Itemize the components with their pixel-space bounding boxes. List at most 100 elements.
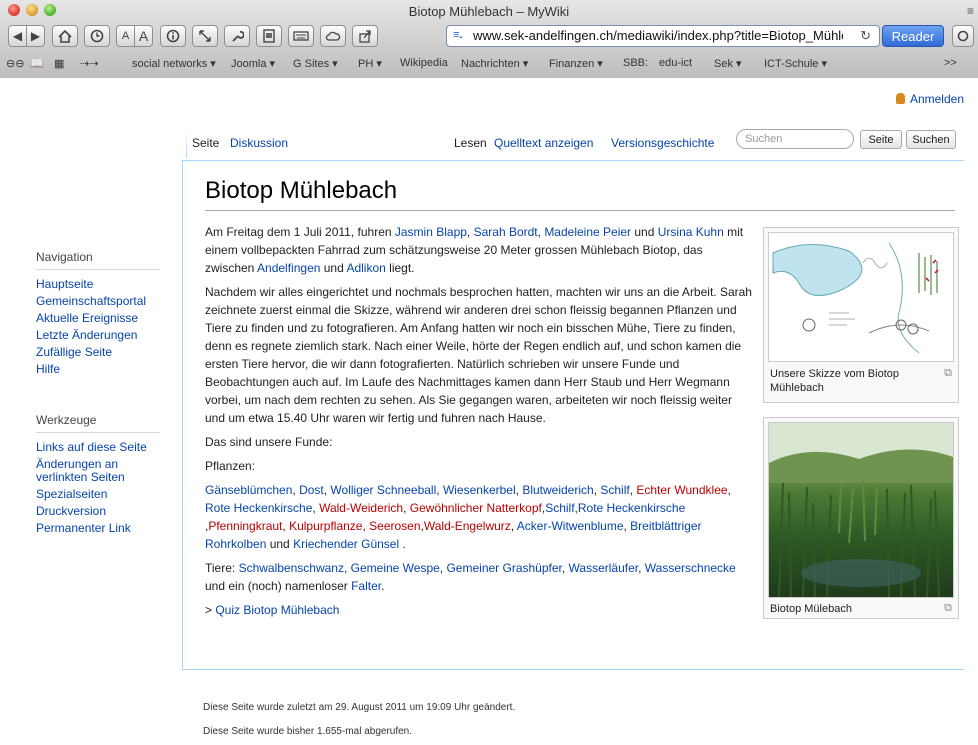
forward-button[interactable]: ▶ — [26, 25, 45, 47]
animal-link[interactable]: Gemeine Wespe — [351, 561, 440, 575]
separator: , — [638, 561, 645, 575]
screenshot-button[interactable] — [256, 25, 282, 47]
link-sarah-bordt[interactable]: Sarah Bordt — [474, 225, 538, 239]
reading-list-icon[interactable]: ⊖⊖ — [6, 57, 24, 70]
top-sites-icon[interactable]: ▦ — [54, 57, 64, 70]
plant-link[interactable]: Rote Heckenkirsche — [578, 501, 685, 515]
plant-link[interactable]: Dost — [299, 483, 324, 497]
animal-link[interactable]: Falter — [351, 579, 381, 593]
separator: , — [561, 561, 569, 575]
plant-link-missing[interactable]: Wald-Engelwurz — [424, 519, 511, 533]
animal-link[interactable]: Gemeiner Grashüpfer — [446, 561, 561, 575]
sidebar-item-letzte-aenderungen[interactable]: Letzte Änderungen — [36, 327, 176, 344]
plant-link-missing[interactable]: Wald-Weiderich — [319, 501, 403, 515]
sidebar-item-verlinkten-seiten[interactable]: verlinkten Seiten — [36, 471, 176, 484]
login-label[interactable]: Anmelden — [910, 92, 964, 106]
plant-link[interactable]: Schilf — [545, 501, 574, 515]
reader-button[interactable]: Reader — [882, 25, 944, 47]
tools-button[interactable] — [224, 25, 250, 47]
keyboard-button[interactable] — [288, 25, 314, 47]
search-input[interactable]: Suchen — [736, 129, 854, 149]
sidebar-item-zufaellige-seite[interactable]: Zufällige Seite — [36, 344, 176, 361]
bookmark-wikipedia[interactable]: Wikipedia — [400, 57, 448, 69]
sidebar-item-permanenter-link[interactable]: Permanenter Link — [36, 520, 176, 537]
login-link[interactable]: Anmelden — [895, 92, 964, 106]
biotop-photo[interactable] — [768, 422, 954, 598]
search-button[interactable]: Suchen — [906, 130, 956, 149]
info-button[interactable] — [160, 25, 186, 47]
enlarge-icon[interactable]: ⧉ — [944, 367, 952, 380]
bookmark-sek[interactable]: Sek ▾ — [714, 57, 742, 70]
sidebar-item-spezialseiten[interactable]: Spezialseiten — [36, 486, 176, 503]
reload-icon[interactable]: ↻ — [860, 28, 871, 44]
bookmarks-book-icon[interactable]: 📖 — [30, 57, 44, 70]
sidebar-item-links-auf-diese-seite[interactable]: Links auf diese Seite — [36, 439, 176, 456]
plant-link[interactable]: Wolliger Schneeball — [330, 483, 436, 497]
back-button[interactable]: ◀ — [8, 25, 27, 47]
text-smaller-button[interactable]: A — [116, 25, 135, 47]
sidebar-item-gemeinschaftsportal[interactable]: Gemeinschaftsportal — [36, 293, 176, 310]
quiz-line: > Quiz Biotop Mühlebach — [205, 601, 755, 619]
plant-link[interactable]: Rote Heckenkirsche — [205, 501, 312, 515]
bookmarklet-icon[interactable]: ⇢⇢ — [80, 57, 98, 70]
link-andelfingen[interactable]: Andelfingen — [257, 261, 320, 275]
animal-link[interactable]: Wasserläufer — [569, 561, 639, 575]
tab-lesen[interactable]: Lesen — [454, 136, 487, 150]
quiz-link[interactable]: Quiz Biotop Mühlebach — [215, 603, 339, 617]
bookmark-edu-ict[interactable]: edu-ict — [659, 57, 692, 69]
history-button[interactable] — [84, 25, 110, 47]
link-ursina-kuhn[interactable]: Ursina Kuhn — [658, 225, 724, 239]
plant-link-missing[interactable]: Kulpurpflanze — [289, 519, 362, 533]
cloud-button[interactable] — [320, 25, 346, 47]
tab-versionsgeschichte[interactable]: Versionsgeschichte — [611, 136, 714, 150]
extra-toolbar-button[interactable] — [952, 25, 974, 47]
link-adlikon[interactable]: Adlikon — [346, 261, 385, 275]
bookmark-joomla[interactable]: Joomla ▾ — [231, 57, 275, 70]
plant-link-missing[interactable]: Pfenningkraut — [208, 519, 282, 533]
site-favicon: ≡. — [453, 29, 463, 41]
resize-button[interactable] — [192, 25, 218, 47]
plant-link[interactable]: Gänseblümchen — [205, 483, 292, 497]
bookmark-sbb[interactable]: SBB: — [623, 57, 648, 69]
go-button[interactable]: Seite — [860, 130, 902, 149]
tools-heading: Werkzeuge — [36, 413, 97, 427]
sidebar-item-aktuelle-ereignisse[interactable]: Aktuelle Ereignisse — [36, 310, 176, 327]
text-larger-button[interactable]: A — [134, 25, 153, 47]
sidebar-item-hauptseite[interactable]: Hauptseite — [36, 276, 176, 293]
share-button[interactable] — [352, 25, 378, 47]
address-bar[interactable]: ≡. www.sek-andelfingen.ch/mediawiki/inde… — [446, 25, 880, 47]
tab-quelltext-anzeigen[interactable]: Quelltext anzeigen — [494, 136, 593, 150]
tab-seite[interactable]: Seite — [192, 136, 219, 150]
plant-link[interactable]: Schilf — [600, 483, 629, 497]
animal-link[interactable]: Wasserschnecke — [645, 561, 736, 575]
home-button[interactable] — [52, 25, 78, 47]
sidebar-item-druckversion[interactable]: Druckversion — [36, 503, 176, 520]
plant-link[interactable]: Wiesenkerbel — [443, 483, 516, 497]
photo-thumbnail: Biotop Mülebach ⧉ — [763, 417, 959, 619]
tab-diskussion[interactable]: Diskussion — [230, 136, 288, 150]
plant-link[interactable]: Kriechender Günsel — [293, 537, 399, 551]
bookmark-nachrichten[interactable]: Nachrichten ▾ — [461, 57, 528, 70]
plant-link[interactable]: Acker-Witwenblume — [517, 519, 624, 533]
bookmarks-overflow-button[interactable]: >> — [944, 57, 957, 69]
sketch-caption: Unsere Skizze vom Biotop Mühlebach — [770, 368, 899, 394]
bookmark-ph[interactable]: PH ▾ — [358, 57, 382, 70]
animal-link[interactable]: Schwalbenschwanz — [239, 561, 344, 575]
link-madeleine-peier[interactable]: Madeleine Peier — [544, 225, 631, 239]
bookmark-finanzen[interactable]: Finanzen ▾ — [549, 57, 603, 70]
bookmark-social-networks[interactable]: social networks ▾ — [132, 57, 216, 70]
enlarge-icon[interactable]: ⧉ — [944, 602, 952, 615]
bookmark-ict-schule[interactable]: ICT-Schule ▾ — [764, 57, 827, 70]
plant-link-missing[interactable]: Echter Wundklee — [636, 483, 727, 497]
bookmark-g-sites[interactable]: G Sites ▾ — [293, 57, 338, 70]
sketch-image[interactable] — [768, 232, 954, 362]
plant-link-missing[interactable]: Seerosen — [369, 519, 420, 533]
footer-last-modified: Diese Seite wurde zuletzt am 29. August … — [203, 702, 516, 713]
link-jasmin-blapp[interactable]: Jasmin Blapp — [395, 225, 467, 239]
sidebar-item-hilfe[interactable]: Hilfe — [36, 361, 176, 378]
browser-chrome: Biotop Mühlebach – MyWiki ≡ ◀ ▶ A A ≡. w… — [0, 0, 978, 79]
address-text[interactable]: www.sek-andelfingen.ch/mediawiki/index.p… — [473, 28, 843, 43]
plant-link-missing[interactable]: Gewöhnlicher Natterkopf — [410, 501, 542, 515]
browser-toolbar: ◀ ▶ A A ≡. www.sek-andelfingen.ch/mediaw… — [0, 24, 978, 54]
plant-link[interactable]: Blutweiderich — [522, 483, 593, 497]
